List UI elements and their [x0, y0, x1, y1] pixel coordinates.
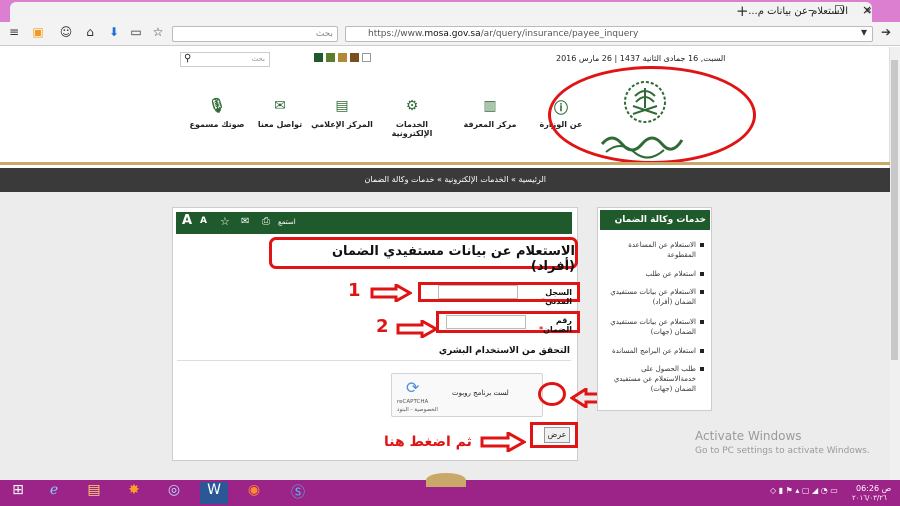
dropdown-icon[interactable]: ▾: [856, 25, 872, 39]
page-icon[interactable]: ▭: [128, 25, 144, 39]
submit-button[interactable]: عرض: [544, 427, 570, 443]
font-small-button[interactable]: A: [200, 216, 207, 226]
clock-date[interactable]: ٢٠١٦/٠٣/٢٦: [852, 494, 887, 502]
recaptcha-brand: reCAPTCHA: [397, 399, 429, 405]
internet-explorer-icon[interactable]: ℯ: [40, 482, 68, 504]
avast-icon[interactable]: ✸: [120, 482, 148, 504]
color-theme-square[interactable]: [350, 53, 359, 62]
divider: [177, 360, 571, 361]
activate-windows-text: Go to PC settings to activate Windows.: [695, 446, 870, 456]
arrow-icon: [396, 318, 440, 340]
tools-bar: [176, 212, 572, 234]
book-icon: ▥: [483, 98, 497, 114]
breadcrumb: الرئيسية » الخدمات الإلكترونية » خدمات و…: [0, 168, 890, 192]
menu-icon[interactable]: ≡: [6, 25, 22, 39]
click-here-annotation: ثم اضغط هنا: [384, 434, 472, 450]
clock-time[interactable]: 06:26 ص: [856, 484, 891, 493]
tray-icons[interactable]: ◇ ▮ ⚑ ▴ ▢ ◢ ◔ ▭: [770, 486, 838, 495]
sidebar-item[interactable]: استعلام عن طلب: [600, 269, 704, 279]
envelope-icon: ✉: [274, 98, 286, 114]
color-theme-square[interactable]: [314, 53, 323, 62]
civil-id-input[interactable]: [438, 285, 518, 299]
sidebar-item[interactable]: استعلام عن البرامج المساندة: [600, 346, 704, 356]
nav-voice[interactable]: 🎙 صوتك مسموع: [185, 98, 249, 129]
minimize-button[interactable]: –: [808, 3, 814, 17]
firefox-icon[interactable]: ◉: [240, 482, 268, 504]
print-icon[interactable]: ⎙: [262, 216, 270, 227]
close-window-button[interactable]: ×: [862, 3, 872, 17]
site-search-input[interactable]: بحث: [180, 52, 270, 67]
file-explorer-icon[interactable]: ▤: [80, 482, 108, 504]
download-icon[interactable]: ⬇: [106, 25, 122, 39]
windows-start-icon[interactable]: ⊞: [4, 482, 32, 504]
civil-id-label: السجل المدني*: [540, 288, 572, 306]
red-ellipse-annotation: [548, 66, 756, 164]
address-bar[interactable]: https://www.mosa.gov.sa/ar/query/insuran…: [345, 26, 873, 42]
nav-contact[interactable]: ✉ تواصل معنا: [248, 98, 312, 129]
listen-button[interactable]: استمع: [278, 218, 296, 226]
security-number-label: رقم الضمان*: [538, 316, 572, 334]
activate-windows-title: Activate Windows: [695, 429, 802, 443]
sidebar-item[interactable]: الاستعلام عن بيانات مستفيدي الضمان (أفرا…: [600, 287, 704, 307]
arrow-icon: [480, 430, 528, 454]
email-icon[interactable]: ✉: [241, 216, 249, 227]
skype-icon[interactable]: Ⓢ: [284, 482, 312, 504]
verify-title: التحقق من الاستخدام البشري: [438, 346, 570, 356]
favorite-star-icon[interactable]: ☆: [220, 215, 230, 228]
step-number-2: 2: [376, 316, 389, 337]
gears-icon: ⚙: [405, 98, 419, 114]
security-number-input[interactable]: [446, 315, 526, 329]
step-number-1: 1: [348, 280, 361, 301]
extension-icon[interactable]: ▣: [30, 25, 46, 39]
search-icon[interactable]: ⚲: [184, 53, 191, 64]
page-title: الاستعلام عن بيانات مستفيدي الضمان (أفرا…: [331, 244, 575, 274]
sidebar-item[interactable]: طلب الحصول على خدمةالاستعلام عن مستفيدي …: [600, 364, 704, 394]
maximize-button[interactable]: ☐: [834, 3, 845, 17]
app-icon[interactable]: ◎: [160, 482, 188, 504]
bookmark-star-icon[interactable]: ☆: [150, 25, 166, 39]
footer-emblem: [426, 473, 466, 487]
nav-media[interactable]: ▤ المركز الإعلامي: [310, 98, 374, 129]
color-theme-square[interactable]: [362, 53, 371, 62]
chat-icon[interactable]: ☺: [58, 25, 74, 39]
new-tab-button[interactable]: +: [736, 2, 749, 20]
header-divider: [0, 162, 890, 165]
nav-knowledge[interactable]: ▥ مركز المعرفة: [458, 98, 522, 129]
color-theme-square[interactable]: [338, 53, 347, 62]
color-theme-square[interactable]: [326, 53, 335, 62]
sidebar-item[interactable]: الاستعلام عن بيانات مستفيدي الضمان (جهات…: [600, 317, 704, 337]
font-large-button[interactable]: A: [182, 213, 192, 228]
newspaper-icon: ▤: [335, 98, 349, 114]
home-icon[interactable]: ⌂: [82, 25, 98, 39]
recaptcha-logo-icon: ⟳: [406, 378, 420, 397]
scrollbar-thumb[interactable]: [891, 60, 898, 360]
browser-search-input[interactable]: بحث: [172, 26, 338, 42]
microphone-icon: 🎙: [208, 98, 226, 114]
recaptcha-terms[interactable]: الخصوصية - البنود: [397, 407, 438, 413]
sidebar-item[interactable]: الاستعلام عن المساعدة المقطوعة: [600, 240, 704, 260]
sidebar-title: خدمات وكالة الضمان: [600, 210, 710, 230]
site-date: السبت, 16 جمادى الثانية 1437 | 26 مارس 2…: [556, 54, 726, 63]
captcha-checkbox[interactable]: [538, 382, 566, 406]
arrow-icon: [370, 282, 414, 304]
word-icon[interactable]: W: [200, 482, 228, 504]
captcha-label: لست برنامج روبوت: [452, 389, 509, 397]
forward-icon[interactable]: ➔: [878, 25, 894, 39]
nav-eservices[interactable]: ⚙ الخدمات الإلكترونية: [380, 98, 444, 138]
